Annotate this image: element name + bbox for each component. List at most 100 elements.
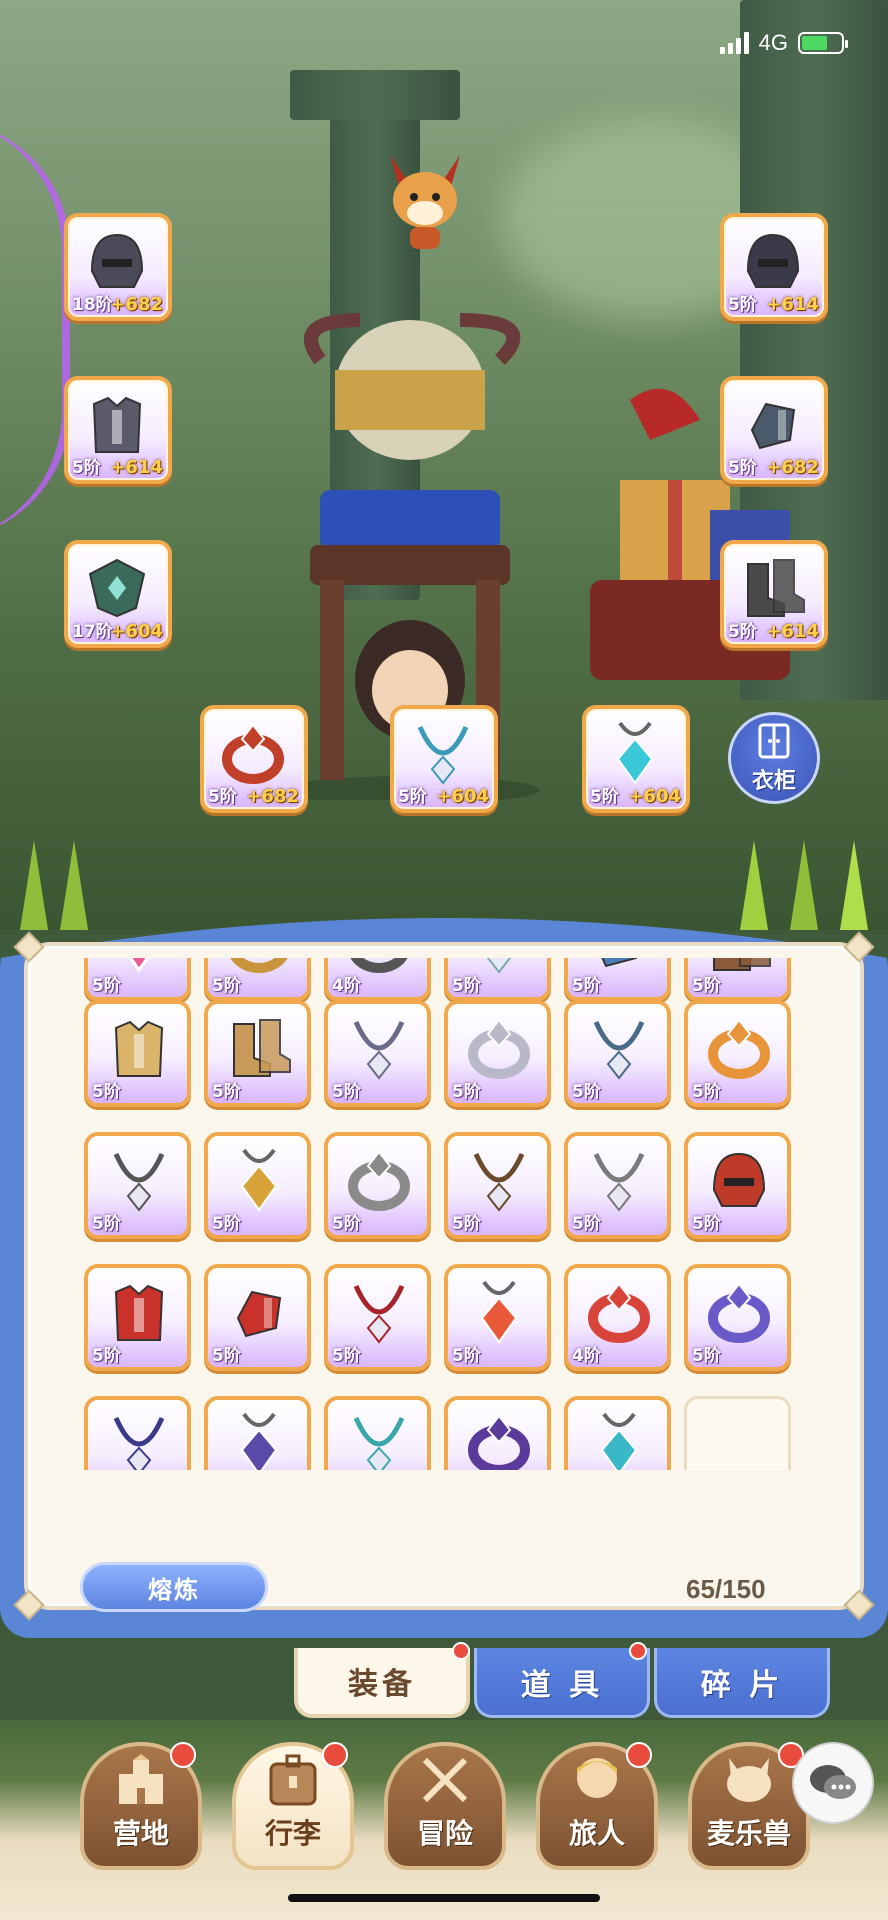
inventory-item[interactable]: 5阶	[564, 958, 671, 1001]
inventory-item[interactable]: 5阶	[444, 958, 551, 1001]
inventory-item[interactable]: 5阶	[564, 1000, 671, 1107]
inventory-item[interactable]: 5阶	[84, 1132, 191, 1239]
inventory-item[interactable]: 5阶	[444, 1264, 551, 1371]
inventory-item[interactable]: 5阶	[204, 958, 311, 1001]
bonus-label: +604	[110, 621, 163, 642]
inventory-item[interactable]: 4阶	[324, 958, 431, 1001]
notification-dot	[629, 1642, 647, 1660]
inventory-item[interactable]: 5阶	[204, 1396, 311, 1470]
gauntlet-icon	[738, 390, 814, 460]
inventory-item[interactable]: 5阶	[324, 1396, 431, 1470]
necklace-icon	[344, 1410, 414, 1470]
fox-companion	[380, 145, 470, 255]
equipped-slot-helmet-right[interactable]: 5阶 +614	[720, 213, 828, 321]
necklace-icon	[104, 1410, 174, 1470]
equipped-slot-boots-right[interactable]: 5阶 +614	[720, 540, 828, 648]
tier-label: 5阶	[572, 976, 601, 996]
boots-icon	[738, 554, 814, 624]
necklace-icon	[584, 1014, 654, 1082]
equipped-slot-helmet-left[interactable]: 18阶 +682	[64, 213, 172, 321]
inventory-item[interactable]: 5阶	[84, 958, 191, 1001]
inventory-item[interactable]: 5阶	[684, 1264, 791, 1371]
tier-label: 5阶	[452, 1346, 481, 1366]
equipped-slot-armor-left[interactable]: 5阶 +614	[64, 376, 172, 484]
inventory-item[interactable]: 5阶	[84, 1396, 191, 1470]
tab-equipment[interactable]: 装备	[294, 1642, 470, 1718]
inventory-item[interactable]: 5阶	[444, 1000, 551, 1107]
chat-icon	[810, 1765, 856, 1799]
nav-traveler[interactable]: 旅人	[536, 1742, 658, 1870]
tier-label: 5阶	[72, 458, 101, 478]
bonus-label: +614	[766, 294, 819, 315]
nav-crossed-swords[interactable]: 冒险	[384, 1742, 506, 1870]
inventory-item[interactable]: 5阶	[564, 1396, 671, 1470]
inventory-grid[interactable]: 5阶 5阶 4阶 5阶 5阶 5阶 5阶 5阶 5阶 5阶 5阶 5阶 5阶 5…	[84, 958, 844, 1470]
inventory-item[interactable]: 4阶	[564, 1264, 671, 1371]
tier-label: 5阶	[572, 1214, 601, 1234]
nav-label: 冒险	[416, 1817, 473, 1850]
equipped-slot-necklace-bottom[interactable]: 5阶 +604	[390, 705, 498, 813]
inventory-item[interactable]: 5阶	[324, 1264, 431, 1371]
amulet-icon	[600, 719, 676, 789]
tier-label: 5阶	[92, 1082, 121, 1102]
smelt-button[interactable]: 熔炼	[80, 1562, 268, 1612]
purple-arc	[0, 120, 70, 540]
nav-luggage[interactable]: 行李	[232, 1742, 354, 1870]
inventory-item[interactable]: 5阶	[204, 1000, 311, 1107]
tier-label: 5阶	[92, 1346, 121, 1366]
equipped-slot-gauntlet-right[interactable]: 5阶 +682	[720, 376, 828, 484]
empty-slot[interactable]	[684, 1396, 791, 1470]
amulet-icon	[224, 1146, 294, 1214]
amulet-icon	[464, 1278, 534, 1346]
inventory-item[interactable]: 5阶	[684, 1000, 791, 1107]
tier-label: 5阶	[590, 787, 619, 807]
tier-label: 4阶	[332, 976, 361, 996]
tier-label: 5阶	[452, 1082, 481, 1102]
tab-fragments[interactable]: 碎 片	[654, 1648, 830, 1718]
tier-label: 5阶	[572, 1082, 601, 1102]
equipped-slot-ring-bottom[interactable]: 5阶 +682	[200, 705, 308, 813]
tier-label: 4阶	[572, 1346, 601, 1366]
tier-label: 5阶	[692, 1214, 721, 1234]
gauntlet-icon	[224, 1278, 294, 1346]
wardrobe-icon	[758, 723, 790, 759]
inventory-item[interactable]: 5阶	[204, 1132, 311, 1239]
armor-icon	[104, 1278, 174, 1346]
tab-items[interactable]: 道 具	[474, 1642, 650, 1718]
ring-icon	[344, 1146, 414, 1214]
inventory-item[interactable]: 5阶	[324, 1000, 431, 1107]
bonus-label: +614	[766, 621, 819, 642]
network-label: 4G	[758, 30, 788, 55]
inventory-item[interactable]: 5阶	[444, 1396, 551, 1470]
nav-label: 旅人	[568, 1817, 625, 1850]
helmet-icon	[738, 227, 814, 297]
ring-icon	[704, 1014, 774, 1082]
inventory-item[interactable]: 5阶	[324, 1132, 431, 1239]
equipped-slot-amulet-bottom[interactable]: 5阶 +604	[582, 705, 690, 813]
inventory-item[interactable]: 5阶	[444, 1132, 551, 1239]
nav-castle[interactable]: 营地	[80, 1742, 202, 1870]
inventory-row: 5阶 5阶 5阶 5阶 5阶 5阶	[84, 1000, 791, 1107]
nav-pet[interactable]: 麦乐兽	[688, 1742, 810, 1870]
inventory-item[interactable]: 5阶	[684, 958, 791, 1001]
traveler-icon	[567, 1754, 627, 1806]
bonus-label: +614	[110, 457, 163, 478]
tier-label: 5阶	[728, 295, 757, 315]
inventory-item[interactable]: 5阶	[84, 1264, 191, 1371]
tier-label: 17阶	[72, 622, 113, 642]
wardrobe-button[interactable]: 衣柜	[728, 712, 820, 804]
bag-capacity: 65/150	[686, 1574, 766, 1604]
tier-label: 5阶	[212, 1082, 241, 1102]
inventory-item[interactable]: 5阶	[564, 1132, 671, 1239]
armor-icon	[82, 390, 158, 460]
inventory-item[interactable]: 5阶	[204, 1264, 311, 1371]
equipped-slot-shoulder-left[interactable]: 17阶 +604	[64, 540, 172, 648]
crossed-swords-icon	[415, 1754, 475, 1806]
chat-button[interactable]	[792, 1742, 874, 1824]
inventory-item[interactable]: 5阶	[84, 1000, 191, 1107]
tier-label: 5阶	[208, 787, 237, 807]
tab-items-label: 道 具	[520, 1667, 604, 1703]
inventory-item[interactable]: 5阶	[684, 1132, 791, 1239]
tier-label: 5阶	[332, 1214, 361, 1234]
tier-label: 5阶	[212, 1214, 241, 1234]
